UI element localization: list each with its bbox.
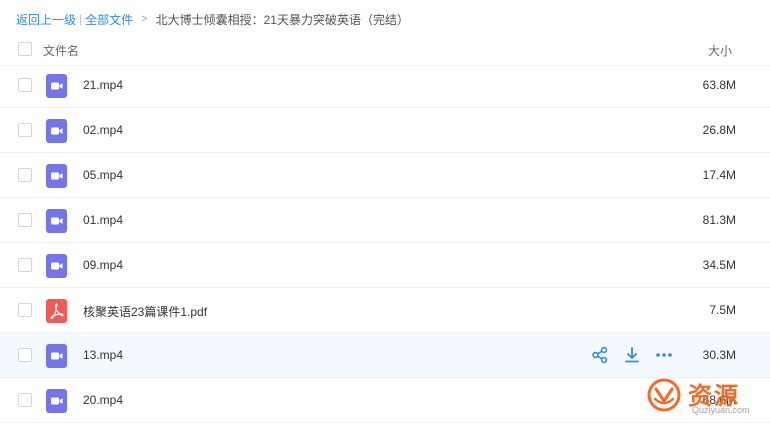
file-row[interactable]: 01.mp4 81.3M bbox=[0, 198, 770, 243]
file-checkbox[interactable] bbox=[18, 123, 32, 137]
all-files-link[interactable]: 全部文件 bbox=[85, 11, 133, 28]
video-file-icon bbox=[46, 74, 67, 98]
video-file-icon bbox=[46, 344, 67, 368]
select-all-checkbox[interactable] bbox=[18, 42, 32, 56]
file-row[interactable]: 09.mp4 34.5M bbox=[0, 243, 770, 288]
row-actions bbox=[591, 346, 673, 364]
file-checkbox[interactable] bbox=[18, 78, 32, 92]
file-row[interactable]: 核聚英语23篇课件1.pdf 7.5M bbox=[0, 288, 770, 333]
file-checkbox[interactable] bbox=[18, 348, 32, 362]
file-size: 30.3M bbox=[702, 348, 736, 362]
file-name[interactable]: 核聚英语23篇课件1.pdf bbox=[83, 303, 207, 320]
watermark: 资源 Quziyuan.com bbox=[642, 372, 770, 424]
file-name[interactable]: 05.mp4 bbox=[83, 168, 123, 182]
file-name[interactable]: 13.mp4 bbox=[83, 348, 123, 362]
file-checkbox[interactable] bbox=[18, 258, 32, 272]
share-icon[interactable] bbox=[591, 346, 609, 364]
file-name[interactable]: 09.mp4 bbox=[83, 258, 123, 272]
file-name[interactable]: 02.mp4 bbox=[83, 123, 123, 137]
file-list: 21.mp4 63.8M 02.mp4 26.8M 05.mp4 17.4M 01.mp4 8… bbox=[0, 63, 770, 423]
video-file-icon bbox=[46, 209, 67, 233]
more-icon[interactable] bbox=[655, 346, 673, 364]
column-header-size[interactable]: 大小 bbox=[708, 42, 732, 59]
pdf-file-icon bbox=[46, 299, 67, 323]
file-size: 26.8M bbox=[702, 123, 736, 137]
breadcrumb-arrow: > bbox=[141, 13, 148, 25]
column-header-name[interactable]: 文件名 bbox=[43, 42, 79, 59]
file-checkbox[interactable] bbox=[18, 213, 32, 227]
video-file-icon bbox=[46, 164, 67, 188]
file-checkbox[interactable] bbox=[18, 303, 32, 317]
back-link[interactable]: 返回上一级 bbox=[16, 11, 76, 28]
file-size: 63.8M bbox=[702, 78, 736, 92]
file-name[interactable]: 01.mp4 bbox=[83, 213, 123, 227]
breadcrumb: 返回上一级 | 全部文件 > 北大博士倾囊相授：21天暴力突破英语（完结） bbox=[16, 11, 409, 27]
video-file-icon bbox=[46, 119, 67, 143]
file-size: 34.5M bbox=[702, 258, 736, 272]
file-checkbox[interactable] bbox=[18, 393, 32, 407]
file-size: 81.3M bbox=[702, 213, 736, 227]
video-file-icon bbox=[46, 254, 67, 278]
file-name[interactable]: 21.mp4 bbox=[83, 78, 123, 92]
download-icon[interactable] bbox=[623, 346, 641, 364]
file-checkbox[interactable] bbox=[18, 168, 32, 182]
current-folder-title: 北大博士倾囊相授：21天暴力突破英语（完结） bbox=[155, 12, 409, 27]
file-size: 7.5M bbox=[709, 303, 736, 317]
video-file-icon bbox=[46, 389, 67, 413]
file-name[interactable]: 20.mp4 bbox=[83, 393, 123, 407]
breadcrumb-separator: | bbox=[79, 12, 83, 26]
file-row[interactable]: 05.mp4 17.4M bbox=[0, 153, 770, 198]
file-size: 17.4M bbox=[702, 168, 736, 182]
file-list-header: 文件名 大小 bbox=[0, 32, 770, 66]
watermark-logo-icon bbox=[647, 378, 681, 412]
watermark-url: Quziyuan.com bbox=[692, 405, 750, 415]
file-row[interactable]: 21.mp4 63.8M bbox=[0, 63, 770, 108]
file-row[interactable]: 02.mp4 26.8M bbox=[0, 108, 770, 153]
